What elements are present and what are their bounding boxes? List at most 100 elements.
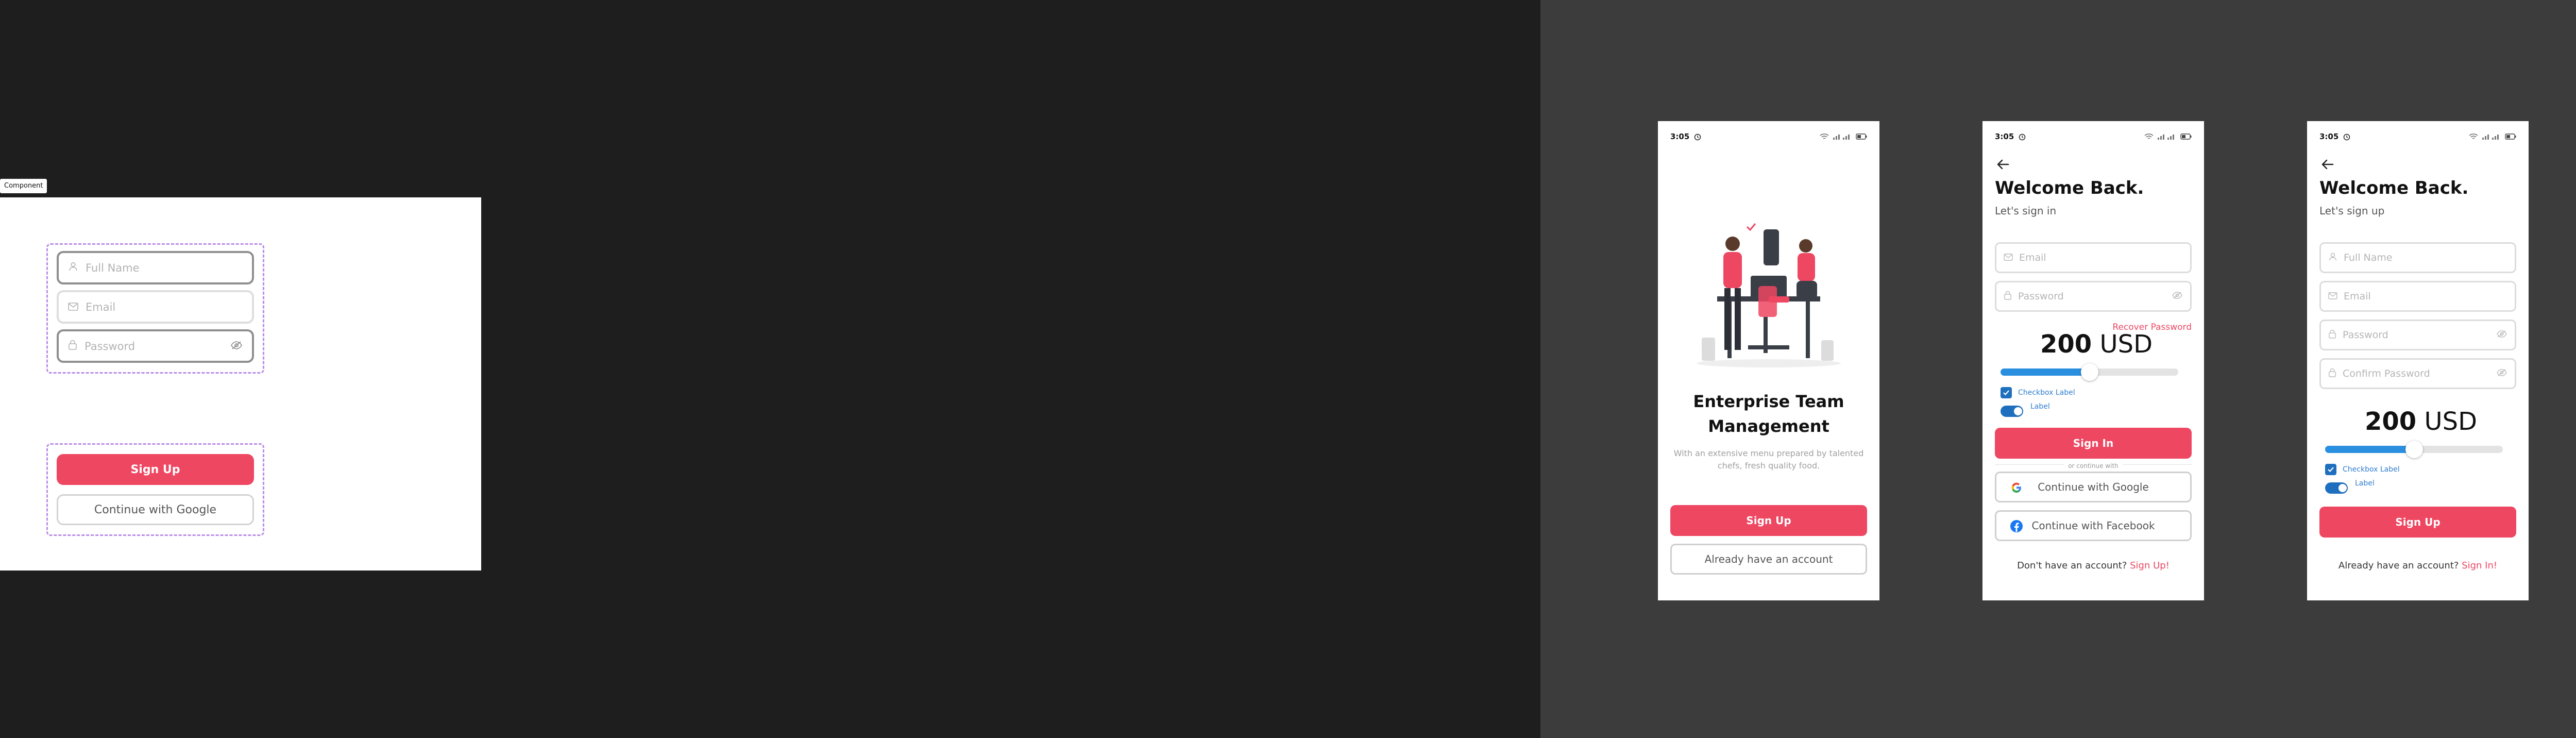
sign-up-link[interactable]: Sign Up! — [2130, 560, 2170, 571]
status-time: 3:05 — [2319, 132, 2339, 141]
eye-off-icon[interactable] — [2496, 329, 2507, 341]
checkbox-row[interactable]: Checkbox Label — [2001, 387, 2075, 398]
component-tag[interactable]: Component — [0, 179, 47, 193]
phone-onboarding: 3:05 Enterprise Team Management With an … — [1658, 121, 1879, 600]
email-placeholder: Email — [2019, 252, 2046, 263]
title-line-1: Enterprise Team — [1693, 392, 1844, 411]
sign-in-link[interactable]: Sign In! — [2462, 560, 2497, 571]
status-bar: 3:05 — [2307, 121, 2529, 152]
email-placeholder: Email — [2344, 291, 2371, 302]
amount-currency: USD — [2424, 407, 2478, 436]
title-line-2: Management — [1708, 416, 1829, 436]
amount-slider[interactable] — [2325, 441, 2503, 458]
footer-text: Already have an account? — [2338, 560, 2459, 571]
already-have-account-button[interactable]: Already have an account — [1670, 544, 1867, 575]
description-line-2: chefs, fresh quality food. — [1717, 461, 1820, 471]
facebook-icon — [2010, 519, 2023, 535]
amount-display: 200 USD — [2040, 330, 2153, 359]
alarm-icon — [2343, 132, 2351, 141]
email-field[interactable]: Email — [1995, 242, 2192, 273]
amount-value: 200 — [2040, 330, 2092, 359]
email-placeholder: Email — [86, 300, 116, 313]
back-arrow-icon[interactable] — [1995, 156, 2011, 173]
toggle-knob — [2338, 484, 2347, 492]
onboarding-description: With an extensive menu prepared by talen… — [1668, 447, 1869, 472]
checkbox-label: Checkbox Label — [2343, 465, 2400, 474]
description-line-1: With an extensive menu prepared by talen… — [1673, 448, 1864, 458]
signal-icon — [2482, 133, 2501, 140]
phone-sign-up: 3:05 Welcome Back. Let's sign up Full Na… — [2307, 121, 2529, 600]
slider-fill — [2001, 368, 2090, 376]
alarm-icon — [1693, 132, 1702, 141]
sign-up-button[interactable]: Sign Up — [57, 454, 254, 485]
divider-label-wrap: or continue with — [1995, 460, 2192, 470]
facebook-button-label: Continue with Facebook — [2031, 519, 2155, 532]
mail-icon — [2328, 291, 2337, 302]
battery-icon — [2505, 133, 2516, 140]
phone-sign-in: 3:05 Welcome Back. Let's sign in Email P… — [1982, 121, 2204, 600]
footer: Don't have an account? Sign Up! — [1982, 560, 2204, 571]
toggle-label: Label — [2030, 402, 2050, 411]
component-frame[interactable]: Full Name Email Password Sign Up Continu… — [0, 197, 481, 571]
checkbox-row[interactable]: Checkbox Label — [2325, 464, 2400, 475]
team-illustration — [1686, 209, 1851, 374]
page-subtitle: Let's sign up — [2319, 205, 2385, 217]
password-placeholder: Password — [84, 340, 135, 353]
lock-icon — [2004, 291, 2012, 303]
toggle-row[interactable]: Label — [2001, 402, 2104, 418]
toggle-label: Label — [2355, 479, 2375, 488]
alarm-icon — [2018, 132, 2026, 141]
confirm-password-field[interactable]: Confirm Password — [2319, 358, 2516, 389]
checkbox[interactable] — [2001, 387, 2012, 398]
toggle-row[interactable]: Label — [2325, 479, 2428, 495]
full-name-field[interactable]: Full Name — [57, 251, 254, 284]
eye-off-icon[interactable] — [2172, 291, 2183, 302]
divider-text: or continue with — [2064, 462, 2123, 469]
slider-thumb[interactable] — [2405, 441, 2423, 458]
sign-up-button[interactable]: Sign Up — [2319, 507, 2516, 538]
facebook-button[interactable]: Continue with Facebook — [1995, 510, 2192, 541]
toggle-switch[interactable] — [2325, 482, 2348, 494]
google-icon — [2010, 481, 2023, 497]
wifi-icon — [2144, 133, 2154, 140]
eye-off-icon[interactable] — [230, 340, 243, 353]
mail-icon — [68, 301, 78, 313]
amount-value: 200 — [2365, 407, 2417, 436]
back-arrow-icon[interactable] — [2319, 156, 2336, 173]
divider: or continue with — [1995, 460, 2192, 470]
footer: Already have an account? Sign In! — [2307, 560, 2529, 571]
sign-up-button[interactable]: Sign Up — [1670, 505, 1867, 536]
password-placeholder: Password — [2018, 291, 2064, 302]
toggle-switch[interactable] — [2001, 406, 2023, 417]
full-name-field[interactable]: Full Name — [2319, 242, 2516, 273]
status-time: 3:05 — [1995, 132, 2014, 141]
eye-off-icon[interactable] — [2496, 368, 2507, 379]
lock-icon — [2328, 329, 2336, 341]
checkbox[interactable] — [2325, 464, 2336, 475]
email-field[interactable]: Email — [57, 290, 254, 324]
mail-icon — [2004, 252, 2013, 263]
amount-slider[interactable] — [2001, 363, 2178, 381]
checkbox-label: Checkbox Label — [2018, 389, 2075, 397]
full-name-placeholder: Full Name — [2344, 252, 2393, 263]
slider-fill — [2325, 446, 2414, 453]
onboarding-title: Enterprise Team Management — [1658, 389, 1879, 439]
google-button[interactable]: Continue with Google — [57, 494, 254, 525]
password-field[interactable]: Password — [1995, 281, 2192, 312]
user-icon — [68, 261, 78, 274]
status-bar: 3:05 — [1658, 121, 1879, 152]
confirm-password-placeholder: Confirm Password — [2343, 368, 2430, 379]
signal-icon — [1833, 133, 1852, 140]
status-bar: 3:05 — [1982, 121, 2204, 152]
user-icon — [2328, 252, 2337, 264]
email-field[interactable]: Email — [2319, 281, 2516, 312]
battery-icon — [1856, 133, 1867, 140]
slider-thumb[interactable] — [2080, 363, 2098, 381]
password-field[interactable]: Password — [57, 329, 254, 363]
sign-in-button[interactable]: Sign In — [1995, 428, 2192, 459]
lock-icon — [68, 340, 77, 353]
page-title: Welcome Back. — [2319, 178, 2469, 198]
page-title: Welcome Back. — [1995, 178, 2144, 198]
password-field[interactable]: Password — [2319, 320, 2516, 350]
google-button[interactable]: Continue with Google — [1995, 472, 2192, 502]
